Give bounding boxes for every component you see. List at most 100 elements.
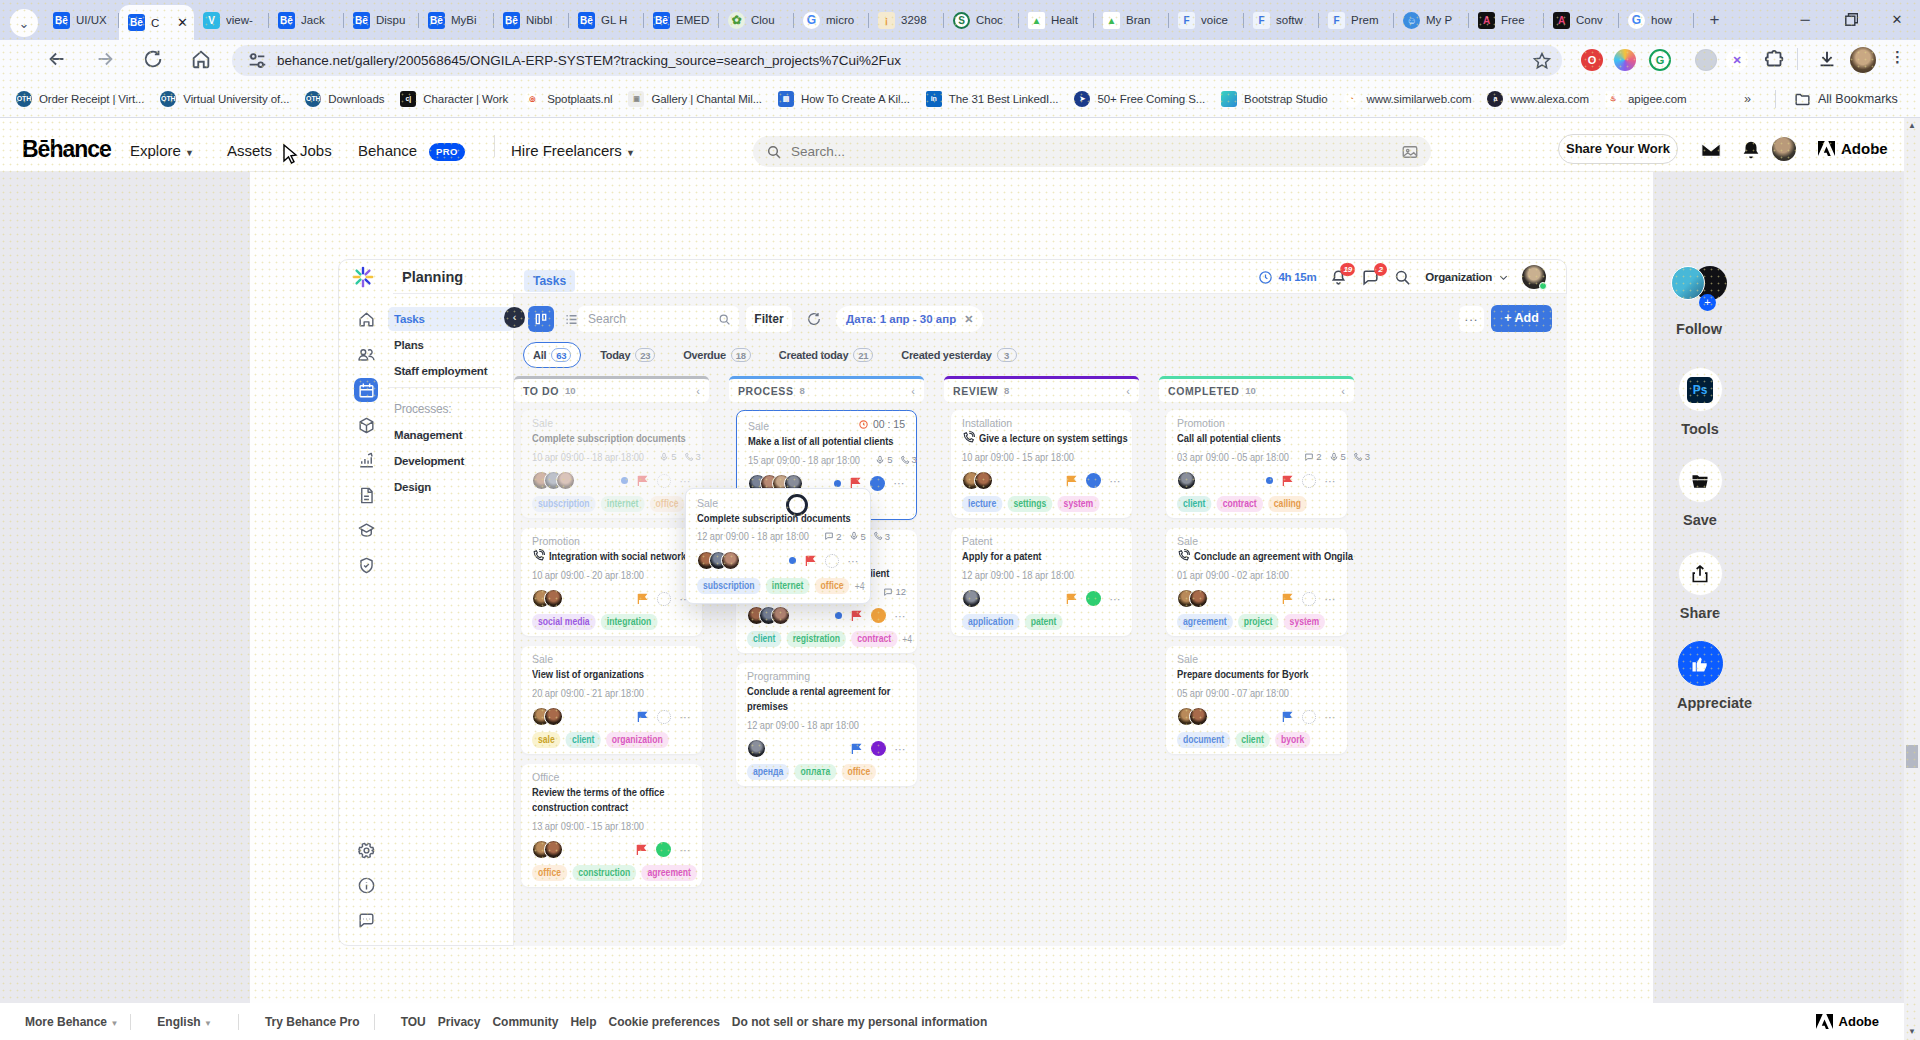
browser-tab-22[interactable]: Ghow (1619, 0, 1694, 40)
card-to-do-3-tag[interactable]: client (566, 732, 601, 748)
tab-close-icon[interactable]: ✕ (177, 15, 188, 30)
browser-tab-1[interactable]: BēUI/UX (44, 0, 119, 40)
card-to-do-2-tag[interactable]: integration (601, 614, 657, 630)
footer-link-4[interactable]: Help (570, 1015, 596, 1029)
sidebar-item-management[interactable]: Management (388, 423, 514, 447)
dragged-card[interactable]: SaleComplete subscription documents12 ap… (685, 488, 871, 604)
browser-tab-4[interactable]: BēJack (269, 0, 344, 40)
card-to-do-1-tag[interactable]: office (650, 496, 685, 512)
forward-button[interactable] (94, 48, 118, 72)
dragged-card-tag[interactable]: office (815, 578, 850, 594)
board-notifications-icon[interactable]: 19 (1329, 268, 1348, 287)
card-completed-3-assignee-placeholder-icon[interactable] (1302, 710, 1316, 724)
footer-link-5[interactable]: Cookie preferences (608, 1015, 719, 1029)
bookmark-item-11[interactable]: ◔www.similarweb.com (1344, 91, 1472, 107)
column-collapse-icon[interactable]: ‹ (1341, 385, 1345, 397)
card-to-do-4-tag[interactable]: construction (572, 865, 636, 881)
card-completed-3-tag[interactable]: client (1235, 732, 1270, 748)
rail-file-icon[interactable] (354, 483, 378, 507)
card-review-1[interactable]: InstallationGive a lecture on system set… (951, 410, 1132, 518)
card-to-do-3[interactable]: SaleView list of organizations20 apr 09:… (521, 646, 702, 754)
page-scrollbar[interactable] (1904, 118, 1920, 1040)
card-completed-2-more-icon[interactable]: ⋯ (1325, 595, 1337, 603)
footer-try-pro[interactable]: Try Behance Pro (265, 1015, 360, 1029)
rail-gear-icon[interactable] (354, 838, 378, 862)
nav-jobs[interactable]: Jobs (300, 142, 332, 159)
extension-icon-grammarly[interactable]: G (1649, 49, 1671, 71)
browser-tab-14[interactable]: ▲Healt (1019, 0, 1094, 40)
browser-tab-6[interactable]: BēMyBi (419, 0, 494, 40)
card-process-3-more-icon[interactable]: ⋯ (895, 745, 907, 753)
extensions-puzzle-icon[interactable] (1764, 49, 1788, 73)
extension-icon-1[interactable]: O (1581, 49, 1603, 71)
card-to-do-3-more-icon[interactable]: ⋯ (680, 713, 692, 721)
bookmark-item-6[interactable]: ▣Gallery | Chantal Mil... (628, 91, 762, 107)
extension-icon-2[interactable] (1614, 49, 1636, 71)
card-to-do-1-more-icon[interactable]: ⋯ (680, 477, 692, 485)
scrollbar-up-arrow[interactable]: ▲ (1904, 118, 1920, 134)
filter-pill-overdue[interactable]: Overdue18 (674, 342, 760, 368)
rail-share-button[interactable]: Share (1677, 551, 1723, 621)
card-review-2-tag[interactable]: application (962, 614, 1019, 630)
card-completed-1-tag[interactable]: calling (1268, 496, 1307, 512)
filter-button[interactable]: Filter (746, 306, 792, 332)
browser-tab-16[interactable]: Fvoice (1169, 0, 1244, 40)
date-filter-chip[interactable]: Дата: 1 апр - 30 апр ✕ (836, 306, 983, 332)
card-completed-1[interactable]: PromotionCall all potential clients03 ap… (1166, 410, 1347, 518)
dragged-card-more-icon[interactable]: ⋯ (848, 557, 860, 565)
back-button[interactable] (46, 48, 70, 72)
browser-tab-9[interactable]: BēEMED (644, 0, 719, 40)
card-completed-1-tag[interactable]: contract (1217, 496, 1263, 512)
card-review-1-more-icon[interactable]: ⋯ (1110, 477, 1122, 485)
card-review-2-more-icon[interactable]: ⋯ (1110, 595, 1122, 603)
card-review-1-tag[interactable]: settings (1007, 496, 1052, 512)
browser-tab-11[interactable]: Gmicro (794, 0, 869, 40)
dragged-card-tag[interactable]: internet (766, 578, 810, 594)
card-completed-2-tag[interactable]: system (1284, 614, 1326, 630)
nav-behance-pro[interactable]: Behance (358, 142, 417, 159)
browser-tab-18[interactable]: FPrem (1319, 0, 1394, 40)
profile-avatar[interactable] (1850, 47, 1876, 73)
footer-link-2[interactable]: Privacy (438, 1015, 481, 1029)
browser-tab-13[interactable]: SChoc (944, 0, 1019, 40)
rail-chat-icon[interactable] (354, 908, 378, 932)
extension-icon-globe[interactable] (1695, 49, 1717, 71)
card-completed-3-tag[interactable]: byork (1275, 732, 1310, 748)
refresh-tasks-button[interactable] (801, 306, 827, 332)
bookmark-item-3[interactable]: OTHDownloads (305, 91, 384, 107)
card-review-2-tag[interactable]: patent (1025, 614, 1063, 630)
card-process-3-tag[interactable]: оплата (794, 764, 836, 780)
card-completed-3-more-icon[interactable]: ⋯ (1325, 713, 1337, 721)
filter-pill-created-today[interactable]: Created today21 (770, 342, 882, 368)
card-completed-1-assignee-placeholder-icon[interactable] (1302, 474, 1316, 488)
card-process-3-tag[interactable]: аренда (747, 764, 789, 780)
behance-profile-avatar[interactable] (1772, 137, 1796, 161)
bookmarks-overflow-chevron[interactable]: » (1744, 92, 1751, 106)
column-collapse-icon[interactable]: ‹ (911, 385, 915, 397)
date-filter-close-icon[interactable]: ✕ (964, 313, 973, 326)
browser-tab-10[interactable]: ✿Clou (719, 0, 794, 40)
rail-tools-button[interactable]: PsTools (1677, 367, 1723, 437)
footer-more-behance[interactable]: More Behance ▼ (25, 1015, 118, 1029)
bookmark-item-4[interactable]: c|Character | Work (400, 91, 508, 107)
rail-calendar-icon[interactable] (354, 378, 378, 402)
image-search-icon[interactable] (1401, 143, 1419, 161)
download-icon[interactable] (1816, 48, 1840, 72)
window-close-button[interactable]: ✕ (1874, 0, 1920, 38)
footer-language[interactable]: English ▼ (157, 1015, 212, 1029)
home-button[interactable] (190, 48, 214, 72)
sidebar-item-staff-employment[interactable]: Staff employment (388, 359, 514, 383)
browser-tab-8[interactable]: BēGL H (569, 0, 644, 40)
filter-pill-today[interactable]: Today23 (591, 342, 664, 368)
bookmark-item-8[interactable]: inThe 31 Best LinkedI... (926, 91, 1059, 107)
footer-link-1[interactable]: TOU (401, 1015, 426, 1029)
share-your-work-button[interactable]: Share Your Work (1558, 134, 1678, 164)
all-bookmarks-label[interactable]: All Bookmarks (1818, 92, 1898, 106)
card-to-do-3-tag[interactable]: sale (532, 732, 561, 748)
card-completed-1-tag[interactable]: client (1177, 496, 1212, 512)
rail-shield-icon[interactable] (354, 553, 378, 577)
card-completed-3[interactable]: SalePrepare documents for Byork05 apr 09… (1166, 646, 1347, 754)
card-completed-2[interactable]: SaleConclude an agreement with Ongila01 … (1166, 528, 1347, 636)
column-collapse-icon[interactable]: ‹ (1126, 385, 1130, 397)
sidebar-item-development[interactable]: Development (388, 449, 514, 473)
